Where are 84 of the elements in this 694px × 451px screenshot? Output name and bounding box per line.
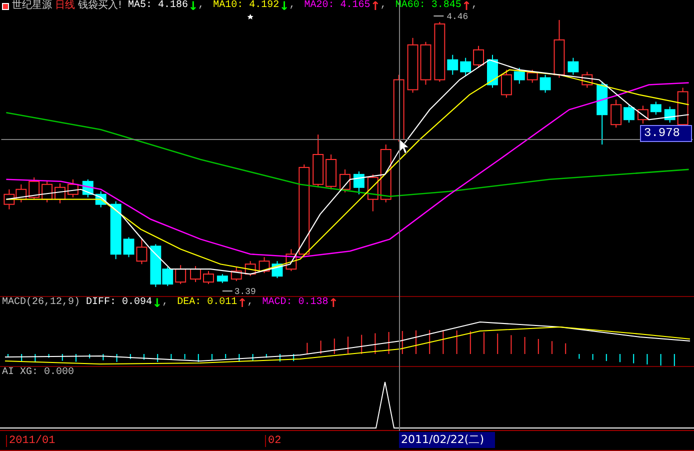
candlestick [420,41,432,86]
price-readout: 3.978 [640,125,692,142]
trend-arrow: ↓ [279,0,290,12]
separator: , [162,297,168,309]
candlestick [367,174,378,212]
trend-arrow: ↑ [370,0,380,12]
trend-arrow: ↓ [152,297,162,309]
candlestick [28,176,40,200]
separator: , [380,0,386,12]
indicator-value: MACD: 0.138 [262,297,328,309]
candlestick [230,266,242,282]
candlestick [487,54,498,88]
candlestick [326,154,337,190]
period-label: 日线 [55,0,75,12]
candlestick [123,236,134,258]
indicator-title: AI [2,367,14,379]
indicator-value: XG: 0.000 [20,367,74,379]
date-readout: 2011/02/22(二) [399,432,495,448]
candlestick [526,69,538,84]
axis-date-label: 02 [265,434,282,446]
candlestick [203,270,214,285]
cursor-icon [400,139,410,154]
candlestick [272,260,283,279]
candlestick [216,274,228,284]
candlestick [393,74,404,142]
candlestick [244,260,256,277]
candlestick [110,200,122,260]
axis-date-label: 2011/01 [6,434,265,446]
candlestick [312,134,324,188]
indicator-value: DIFF: 0.094 [86,297,152,309]
candlestick [353,170,364,195]
candlestick [624,104,634,124]
candlestick [4,188,15,210]
separator: , [198,0,204,12]
candlestick [596,81,608,146]
star-icon [247,14,254,20]
trend-arrow: ↑ [461,0,472,12]
candlestick [67,178,78,198]
separator: , [289,0,296,12]
square-icon [2,2,9,10]
candlestick [54,182,66,204]
candlestick [175,264,186,285]
candlestick [514,67,525,84]
candlestick [473,45,484,68]
stock-name: 世纪星源 [12,0,52,12]
candlestick [407,37,418,94]
indicator-value: DEA: 0.011 [177,297,238,309]
leader-line [222,290,233,292]
trend-arrow: ↑ [328,297,338,309]
trend-arrow: ↑ [237,297,248,309]
candlestick [500,69,512,98]
candlestick [460,57,472,76]
candlestick [664,106,676,124]
separator: , [247,297,254,309]
candlestick [42,180,53,203]
candlestick [190,266,202,283]
candlestick [568,57,579,76]
candlestick [136,238,148,265]
signal-label: 钱袋买入! [78,0,122,12]
candlestick [650,101,662,116]
macd-title: MACD(26,12,9) [2,297,80,309]
candlestick [16,184,27,203]
separator: , [472,0,478,12]
candlestick [258,256,270,274]
leader-line [433,15,444,16]
candlestick [95,190,106,208]
candlestick [637,105,648,124]
low-price-label: 3.39 [234,287,256,296]
candlestick [286,248,297,272]
candlestick [434,21,446,82]
indicator-value: MA10: 4.192 [213,0,280,12]
indicator-value: MA60: 3.845 [395,0,462,12]
candlestick [380,144,392,203]
indicator-value: MA20: 4.165 [304,0,370,12]
trend-arrow: ↓ [188,0,198,12]
high-price-label: 4.46 [446,12,468,22]
candlestick [340,168,350,193]
candlestick [82,178,94,198]
candlestick [582,71,593,88]
candlestick [540,74,551,94]
candlestick [610,99,622,128]
candlestick [554,19,565,78]
candlestick [447,54,458,76]
indicator-value: MA5: 4.186 [128,0,188,12]
